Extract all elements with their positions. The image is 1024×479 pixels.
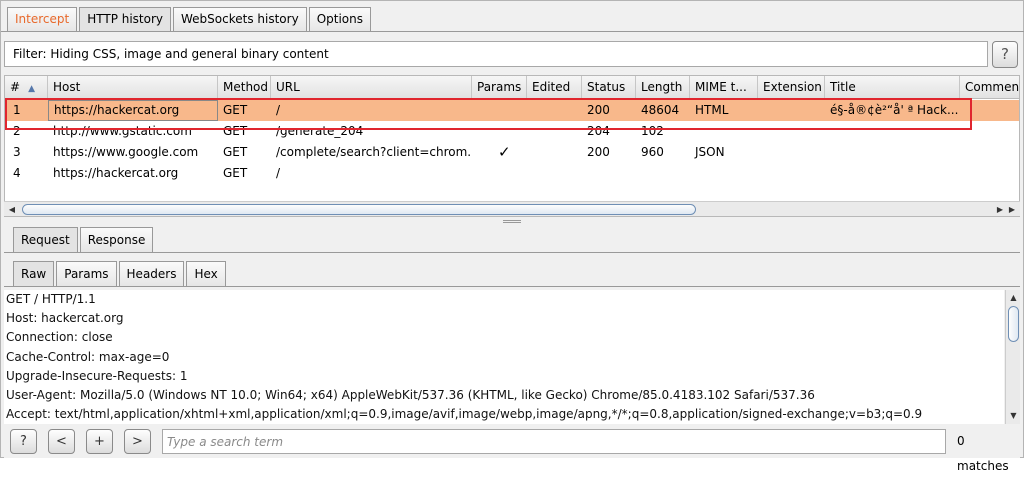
cell-length: 48604 [641, 103, 680, 117]
col-method[interactable]: Method [218, 76, 271, 99]
table-row[interactable]: 3 https://www.google.com GET /complete/s… [5, 142, 1019, 163]
pane-splitter-handle[interactable] [503, 220, 521, 223]
cell-url: / [276, 103, 281, 117]
tab-raw[interactable]: Raw [13, 261, 55, 286]
col-number[interactable]: # ▲ [5, 76, 48, 99]
col-edited[interactable]: Edited [527, 76, 582, 99]
burp-proxy-window: Intercept HTTP history WebSockets histor… [0, 0, 1024, 473]
match-count: 0 matches [957, 434, 1009, 473]
tab-hex[interactable]: Hex [186, 261, 226, 286]
proxy-tabs: Intercept HTTP history WebSockets histor… [7, 7, 373, 31]
request-line: Cache-Control: max-age=0 [6, 349, 170, 364]
cell-status: 200 [587, 103, 610, 117]
search-bar: ? < + > 0 matches [4, 424, 1020, 473]
cell-method: GET [223, 166, 248, 180]
tab-intercept[interactable]: Intercept [7, 7, 78, 31]
request-line: User-Agent: Mozilla/5.0 (Windows NT 10.0… [6, 387, 815, 402]
view-tabs: Raw Params Headers Hex [13, 261, 228, 286]
tab-headers[interactable]: Headers [118, 261, 185, 286]
tab-response[interactable]: Response [79, 227, 154, 252]
cell-length: 960 [641, 145, 664, 159]
scroll-end-icon[interactable]: ▶ [1006, 203, 1018, 216]
cell-method: GET [223, 124, 248, 138]
tab-params[interactable]: Params [56, 261, 117, 286]
table-row[interactable]: 2 http://www.gstatic.com GET /generate_2… [5, 121, 1019, 142]
cell-host: http://www.gstatic.com [53, 124, 192, 138]
col-extension[interactable]: Extension [758, 76, 825, 99]
cell-length: 102 [641, 124, 664, 138]
col-params[interactable]: Params [472, 76, 527, 99]
cell-number: 4 [13, 166, 21, 180]
tab-http-history[interactable]: HTTP history [79, 7, 172, 31]
cell-url: / [276, 166, 281, 180]
scroll-right-icon[interactable]: ▶ [994, 203, 1006, 216]
editor-vertical-scrollbar[interactable]: ▲ ▼ [1005, 290, 1020, 424]
search-input[interactable] [162, 429, 946, 454]
search-help-button[interactable]: ? [10, 429, 37, 454]
cell-mime: HTML [695, 103, 729, 117]
scrollbar-thumb[interactable] [1008, 306, 1019, 342]
filter-help-button[interactable]: ? [992, 41, 1018, 68]
col-length[interactable]: Length [636, 76, 690, 99]
cell-number: 1 [13, 103, 21, 117]
message-tabs: Request Response [13, 227, 155, 252]
previous-match-button[interactable]: < [48, 429, 75, 454]
cell-url: /complete/search?client=chrom... [276, 145, 472, 159]
table-row[interactable]: 4 https://hackercat.org GET / [5, 163, 1019, 184]
col-title[interactable]: Title [825, 76, 960, 99]
cell-host: https://www.google.com [53, 145, 199, 159]
scrollbar-thumb[interactable] [22, 204, 696, 215]
tab-request[interactable]: Request [13, 227, 78, 252]
view-tab-divider [4, 286, 1020, 287]
request-line: Accept: text/html,application/xhtml+xml,… [6, 407, 923, 422]
scroll-down-icon[interactable]: ▼ [1007, 410, 1020, 422]
request-line: Connection: close [6, 330, 113, 345]
add-search-button[interactable]: + [86, 429, 113, 454]
col-comment[interactable]: Comment [960, 76, 1019, 99]
cell-mime: JSON [695, 145, 725, 159]
params-check-icon: ✓ [498, 143, 511, 161]
cell-host: https://hackercat.org [53, 166, 179, 180]
next-match-button[interactable]: > [124, 429, 151, 454]
tab-websockets-history[interactable]: WebSockets history [173, 7, 307, 31]
cell-method: GET [223, 103, 248, 117]
cell-status: 200 [587, 145, 610, 159]
table-row[interactable]: 1 https://hackercat.org GET / 200 48604 … [5, 100, 1019, 121]
cell-method: GET [223, 145, 248, 159]
scroll-up-icon[interactable]: ▲ [1007, 292, 1020, 304]
sort-ascending-icon: ▲ [28, 84, 35, 94]
cell-title: é§-å®¢è²“å' ª Hack... [830, 103, 959, 117]
col-mime-type[interactable]: MIME t... [690, 76, 758, 99]
cell-url: /generate_204 [276, 124, 364, 138]
cell-number: 3 [13, 145, 21, 159]
cell-params [482, 100, 522, 121]
message-tab-divider [4, 252, 1020, 253]
cell-host: https://hackercat.org [48, 100, 218, 121]
tab-divider [1, 31, 1024, 32]
request-line: GET / HTTP/1.1 [6, 292, 96, 306]
request-line: Host: hackercat.org [6, 311, 124, 326]
request-line: Upgrade-Insecure-Requests: 1 [6, 368, 188, 383]
cell-number: 2 [13, 124, 21, 138]
cell-status: 204 [587, 124, 610, 138]
col-status[interactable]: Status [582, 76, 636, 99]
table-header: # ▲ Host Method URL Params Edited Status … [5, 76, 1019, 99]
filter-bar[interactable]: Filter: Hiding CSS, image and general bi… [4, 41, 988, 67]
history-table: # ▲ Host Method URL Params Edited Status … [4, 75, 1020, 217]
col-host[interactable]: Host [48, 76, 218, 99]
scroll-left-icon[interactable]: ◀ [6, 203, 18, 216]
col-url[interactable]: URL [271, 76, 472, 99]
tab-options[interactable]: Options [308, 7, 371, 31]
raw-request-editor[interactable]: GET / HTTP/1.1 Host: hackercat.org Conne… [4, 290, 1004, 424]
table-horizontal-scrollbar[interactable]: ◀ ▶ ▶ [4, 201, 1020, 216]
